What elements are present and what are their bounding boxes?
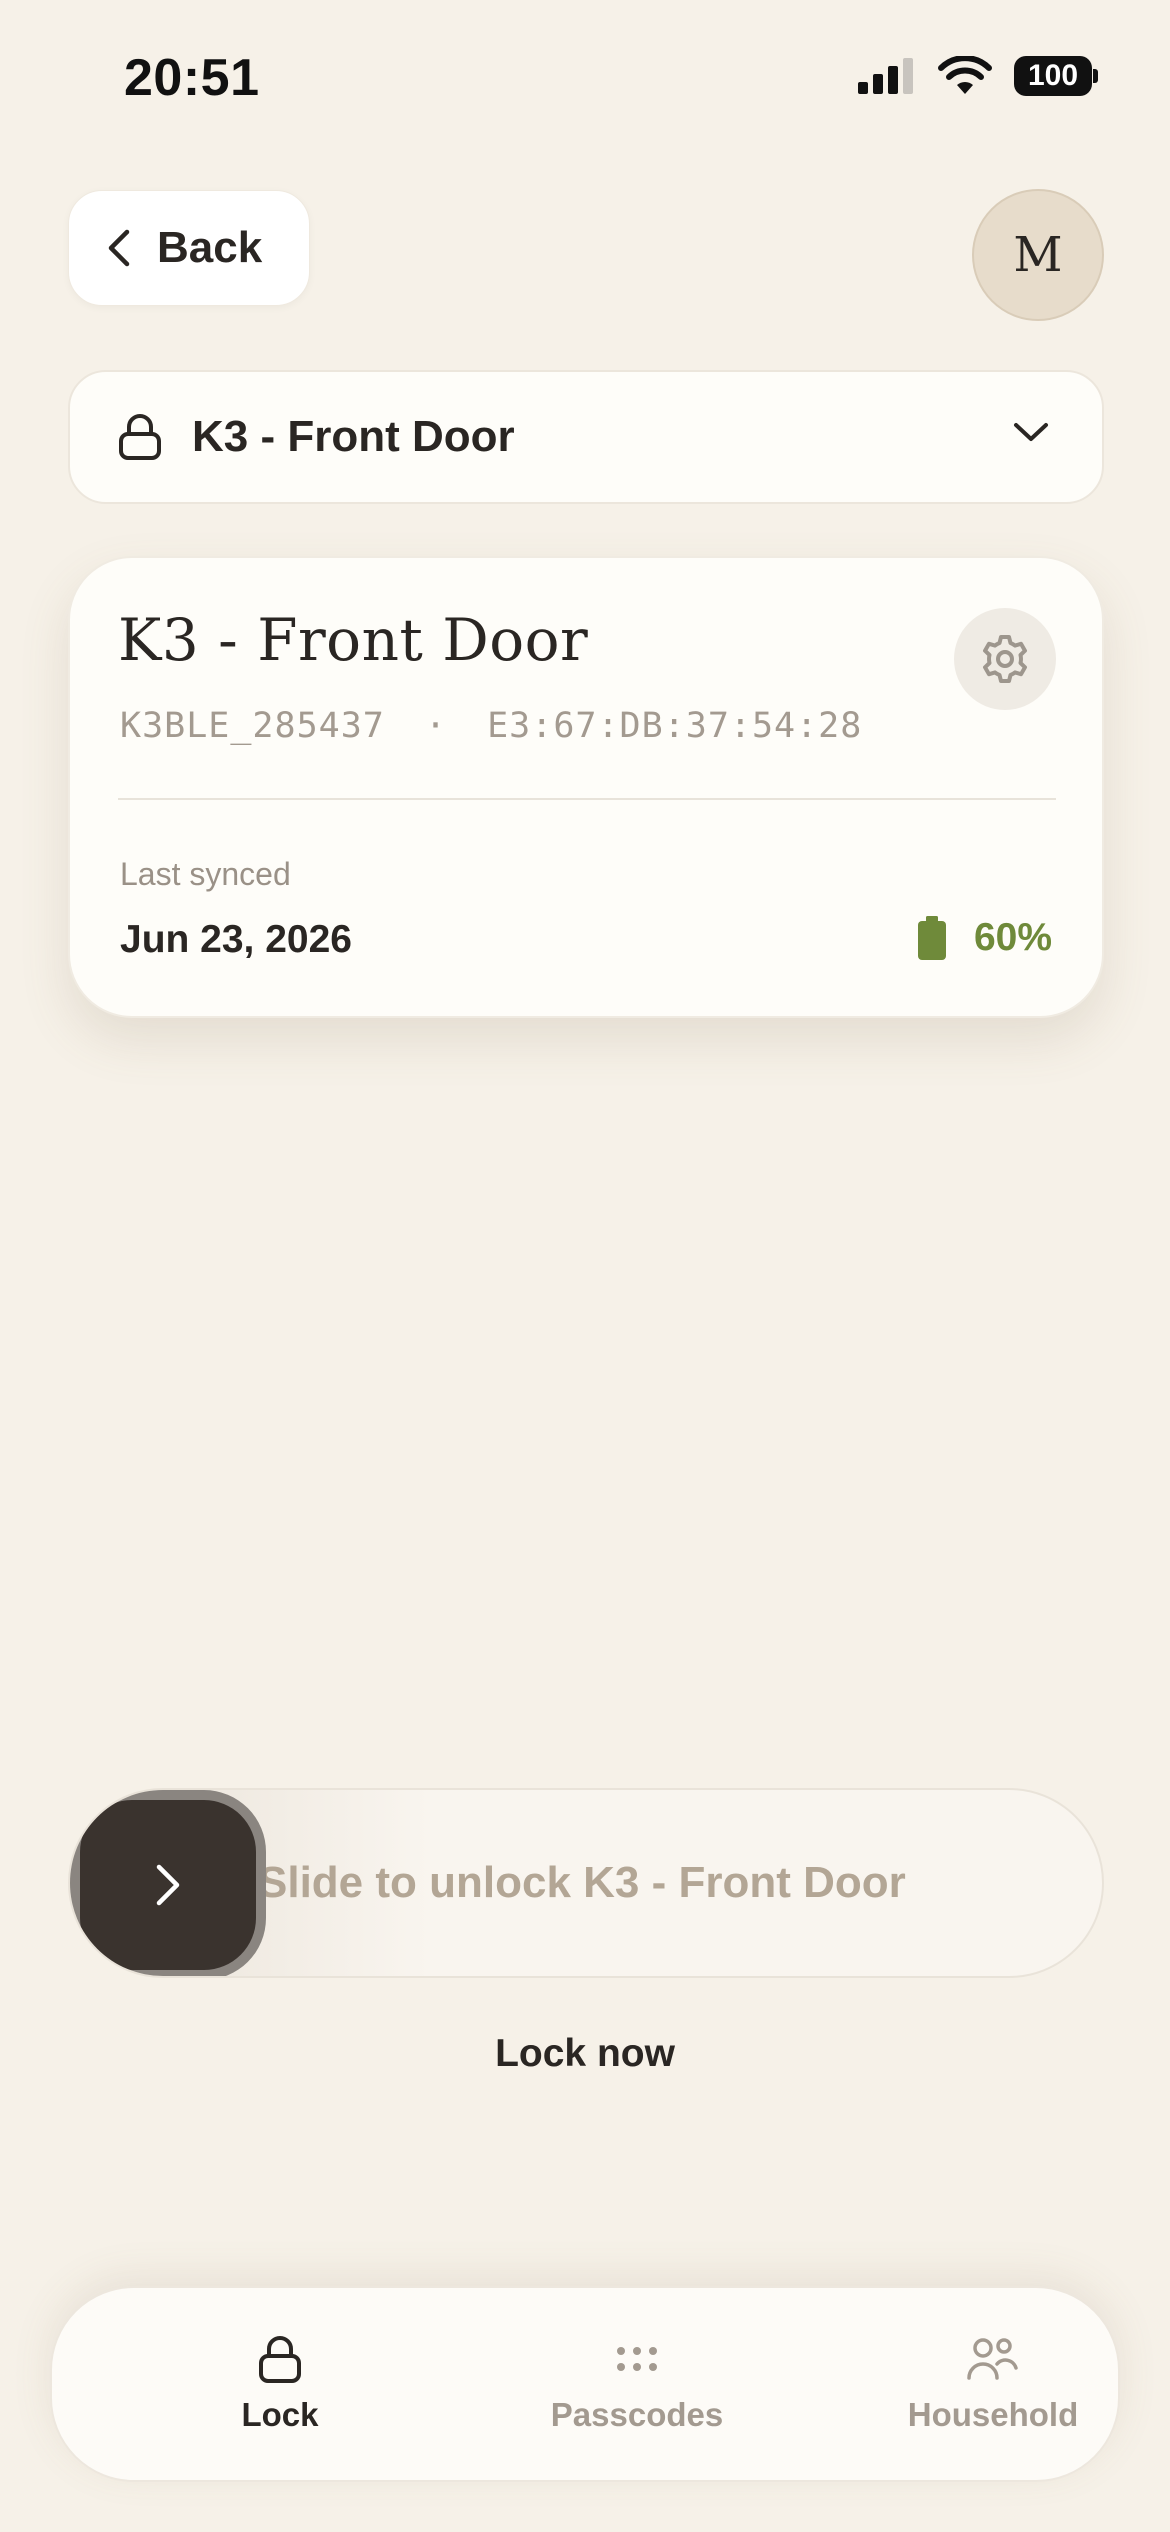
lock-details-card: K3 - Front Door K3BLE_285437 · E3:67:DB:… [68,556,1104,1018]
wifi-icon [938,56,992,94]
lock-settings-button[interactable] [954,608,1056,710]
battery-icon [917,916,946,960]
tab-passcodes-label: Passcodes [550,2396,724,2433]
status-battery-level: 100 [1027,59,1079,92]
back-label: Back [157,223,263,272]
tab-passcodes[interactable]: Passcodes [512,2334,762,2434]
keypad-dots-icon [617,2347,657,2371]
chevron-right-icon [156,1864,180,1906]
tab-lock-label: Lock [241,2396,319,2433]
gear-icon [983,635,1027,683]
cellular-signal-icon [858,58,913,94]
device-id: K3BLE_285437 [120,706,385,746]
people-icon [967,2338,1018,2380]
back-button[interactable]: Back [68,190,310,306]
slider-handle-knob [80,1800,256,1970]
slide-to-unlock-label: Slide to unlock K3 - Front Door [258,1858,906,1907]
lock-card-title: K3 - Front Door [118,606,589,674]
lock-icon [259,2336,301,2383]
chevron-down-icon [1014,423,1048,441]
last-synced-value: Jun 23, 2026 [120,918,352,961]
tab-lock[interactable]: Lock [155,2334,405,2434]
status-time: 20:51 [124,49,260,107]
lock-icon [119,414,161,460]
slide-to-unlock-track[interactable]: Slide to unlock K3 - Front Door [68,1788,1104,1978]
lock-now-button[interactable]: Lock now [0,2032,1170,2076]
tab-household-label: Household [907,2396,1079,2433]
last-synced-label: Last synced [120,856,291,892]
lock-card-meta: K3BLE_285437 · E3:67:DB:37:54:28 [120,706,862,746]
chevron-left-icon [108,229,130,267]
tab-household[interactable]: Household [868,2334,1118,2434]
bottom-tab-bar: Lock Passcodes Household [50,2286,1120,2482]
card-divider [118,798,1056,800]
status-battery-icon: 100 [1014,56,1098,96]
lock-battery-status: 60% [917,916,1052,960]
slide-to-unlock-handle[interactable] [70,1790,266,1976]
lock-selector-label: K3 - Front Door [192,412,515,461]
lock-selector-dropdown[interactable]: K3 - Front Door [68,370,1104,504]
mac-address: E3:67:DB:37:54:28 [487,706,863,746]
battery-percent: 60% [973,916,1052,959]
avatar-initial: M [1013,227,1063,283]
meta-separator: · [424,706,448,746]
avatar[interactable]: M [972,189,1104,321]
status-bar: 20:51 100 [0,0,1170,150]
status-icons: 100 [858,56,1098,96]
